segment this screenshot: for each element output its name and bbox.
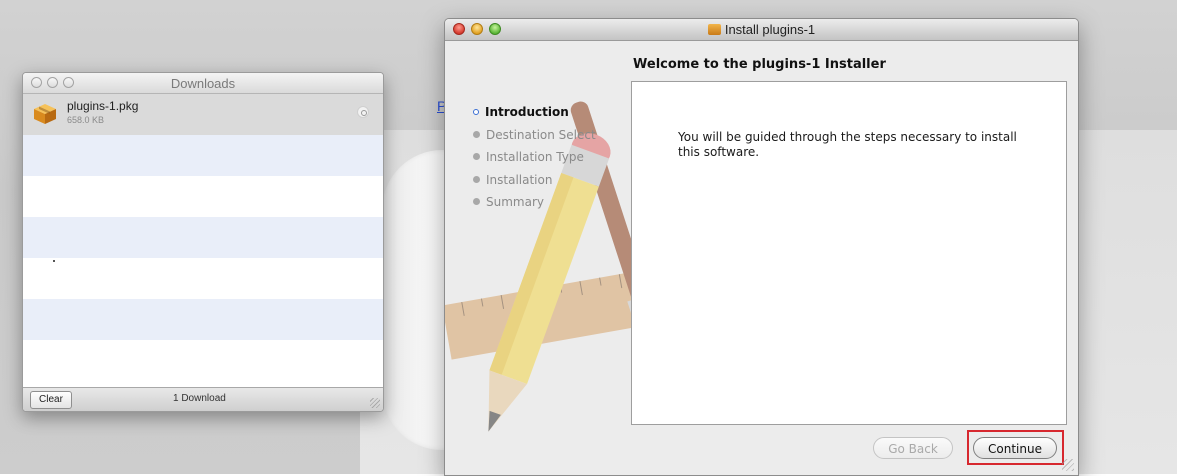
download-item[interactable]: plugins-1.pkg 658.0 KB — [23, 94, 383, 135]
step-bullet-icon — [473, 130, 480, 138]
empty-row — [23, 217, 383, 258]
installer-title: Install plugins-1 — [445, 22, 1078, 37]
package-icon — [34, 104, 56, 124]
download-count: 1 Download — [173, 393, 226, 404]
go-back-button[interactable]: Go Back — [873, 437, 953, 459]
empty-row — [23, 176, 383, 217]
installer-content-panel: You will be guided through the steps nec… — [631, 81, 1067, 425]
step-label: Introduction — [485, 105, 569, 119]
step-bullet-icon — [473, 175, 480, 183]
step-label: Destination Select — [486, 127, 596, 142]
downloads-title: Downloads — [170, 76, 236, 91]
step-current-bullet-icon — [473, 109, 479, 115]
download-file-name: plugins-1.pkg — [67, 99, 139, 113]
step-summary: Summary — [473, 195, 596, 218]
downloads-window: Downloads plugins-1.pkg 658.0 KB Clear 1… — [22, 72, 384, 412]
step-installation-type: Installation Type — [473, 150, 596, 173]
stray-dot — [53, 260, 55, 262]
download-file-size: 658.0 KB — [67, 115, 105, 125]
installer-steps: Introduction Destination Select Installa… — [473, 105, 596, 218]
step-introduction: Introduction — [473, 105, 596, 128]
resize-grip-icon[interactable] — [1062, 459, 1074, 471]
step-label: Installation Type — [486, 150, 584, 164]
downloads-footer: Clear 1 Download — [23, 387, 383, 411]
downloads-list: plugins-1.pkg 658.0 KB — [23, 94, 383, 387]
package-icon — [707, 24, 721, 35]
empty-row — [23, 299, 383, 340]
step-label: Installation — [486, 172, 553, 187]
clear-button[interactable]: Clear — [30, 391, 72, 409]
installer-body-text: You will be guided through the steps nec… — [678, 130, 1017, 159]
empty-row — [23, 135, 383, 176]
step-bullet-icon — [473, 198, 480, 205]
installer-heading: Welcome to the plugins-1 Installer — [633, 57, 886, 72]
step-label: Summary — [486, 195, 544, 209]
installer-title-text: Install plugins-1 — [724, 22, 816, 37]
resize-grip-icon[interactable] — [370, 398, 380, 408]
step-bullet-icon — [473, 153, 480, 160]
installer-titlebar[interactable]: Install plugins-1 — [445, 19, 1078, 41]
downloads-titlebar[interactable]: Downloads — [23, 73, 383, 94]
step-installation: Installation — [473, 173, 596, 196]
empty-row — [23, 258, 383, 299]
empty-row — [23, 340, 383, 381]
step-destination-select: Destination Select — [473, 128, 596, 151]
continue-highlight-box — [967, 430, 1064, 465]
reveal-in-finder-icon[interactable] — [357, 106, 369, 118]
installer-window: Install plugins-1 Welcome to the plugins… — [444, 18, 1079, 476]
